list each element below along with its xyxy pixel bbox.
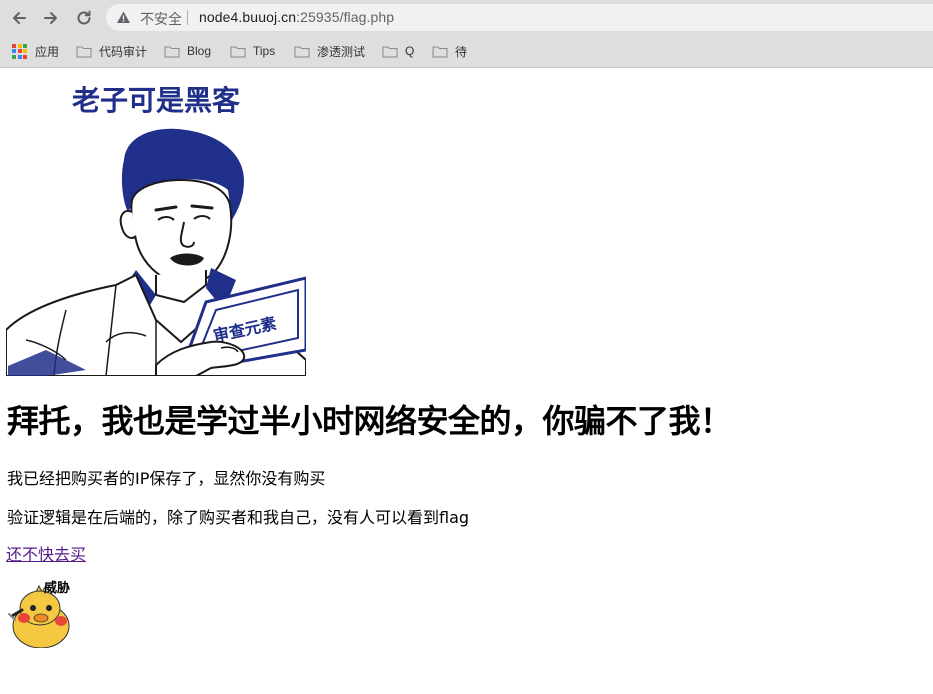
meme-caption: 老子可是黑客 — [72, 84, 241, 117]
omnibox-divider — [187, 10, 188, 25]
folder-icon — [164, 46, 180, 57]
bookmark-label: Q — [405, 44, 415, 58]
address-bar[interactable]: 不安全 node4.buuoj.cn:25935/flag.php — [106, 4, 933, 31]
folder-icon — [432, 46, 448, 57]
security-label[interactable]: 不安全 — [140, 9, 182, 29]
folder-icon — [230, 46, 246, 57]
reload-icon — [77, 10, 91, 25]
warning-icon[interactable] — [116, 10, 131, 25]
forward-button[interactable] — [39, 6, 63, 30]
bookmark-label: Tips — [253, 44, 276, 58]
reload-button[interactable] — [72, 6, 96, 30]
bookmark-label: 渗透测试 — [317, 44, 366, 59]
bookmark-code-audit[interactable]: 代码审计 — [76, 41, 147, 61]
bookmark-tips[interactable]: Tips — [230, 41, 275, 61]
folder-icon — [382, 46, 398, 57]
arrow-left-icon — [13, 12, 26, 24]
paragraph-backend-logic: 验证逻辑是在后端的，除了购买者和我自己，没有人可以看到flag — [7, 508, 470, 527]
hacker-meme-image: 老子可是黑客 审查元素 — [6, 80, 306, 376]
arrow-right-icon — [44, 12, 57, 24]
bookmark-label: 代码审计 — [99, 44, 148, 59]
bookmark-label: Blog — [187, 44, 212, 58]
url-host: node4.buuoj.cn — [199, 9, 297, 25]
url-text[interactable]: node4.buuoj.cn:25935/flag.php — [199, 9, 394, 25]
url-path: :25935/flag.php — [296, 9, 395, 25]
folder-icon — [76, 46, 92, 57]
apps-grid-icon — [12, 43, 27, 59]
bookmark-q[interactable]: Q — [382, 41, 414, 61]
bookmark-label: 应用 — [35, 44, 60, 59]
bookmark-pentest[interactable]: 渗透测试 — [294, 41, 365, 61]
bookmark-label: 待 — [455, 44, 468, 59]
buy-link[interactable]: 还不快去买 — [6, 541, 86, 565]
bookmarks-bar: 应用 代码审计 Blog Tips 渗透测试 Q 待 — [0, 35, 933, 68]
bookmark-todo[interactable]: 待 — [432, 41, 467, 61]
page-heading: 拜托，我也是学过半小时网络安全的，你骗不了我！ — [7, 402, 732, 440]
browser-toolbar: 不安全 node4.buuoj.cn:25935/flag.php — [0, 0, 933, 35]
sticker-caption: 威胁 — [44, 581, 71, 596]
bookmark-blog[interactable]: Blog — [164, 41, 211, 61]
bookmark-apps[interactable]: 应用 — [12, 41, 59, 61]
paragraph-ip-saved: 我已经把购买者的IP保存了，显然你没有购买 — [7, 469, 326, 488]
folder-icon — [294, 46, 310, 57]
back-button[interactable] — [7, 6, 31, 30]
